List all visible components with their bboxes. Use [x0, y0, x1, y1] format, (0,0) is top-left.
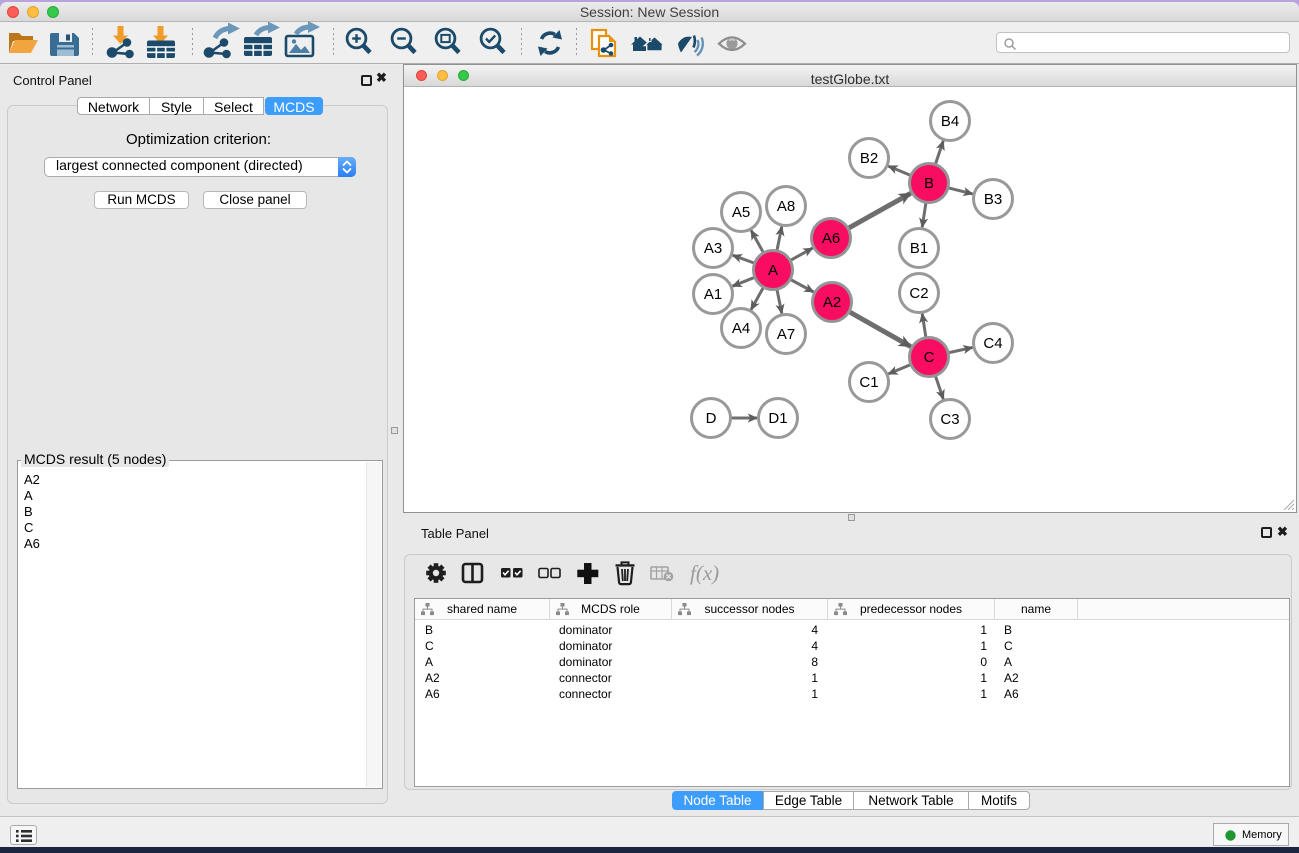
- svg-text:C: C: [923, 349, 934, 366]
- svg-text:A6: A6: [821, 230, 839, 247]
- svg-text:B3: B3: [983, 191, 1001, 208]
- svg-text:A1: A1: [703, 286, 721, 303]
- svg-text:A8: A8: [776, 198, 794, 215]
- svg-text:A3: A3: [703, 240, 721, 257]
- svg-text:B2: B2: [859, 150, 877, 167]
- svg-text:B4: B4: [940, 113, 958, 130]
- svg-text:A5: A5: [731, 204, 749, 221]
- svg-text:C1: C1: [859, 374, 878, 391]
- svg-text:D1: D1: [768, 410, 787, 427]
- svg-text:C2: C2: [909, 285, 928, 302]
- svg-text:B: B: [923, 175, 933, 192]
- svg-text:C3: C3: [940, 411, 959, 428]
- svg-text:A2: A2: [822, 294, 840, 311]
- svg-text:B1: B1: [909, 240, 927, 257]
- svg-text:A4: A4: [731, 320, 749, 337]
- svg-text:f(x): f(x): [690, 561, 719, 585]
- svg-text:C4: C4: [983, 335, 1002, 352]
- svg-text:A7: A7: [776, 326, 794, 343]
- svg-text:D: D: [705, 410, 716, 427]
- svg-text:A: A: [767, 262, 777, 279]
